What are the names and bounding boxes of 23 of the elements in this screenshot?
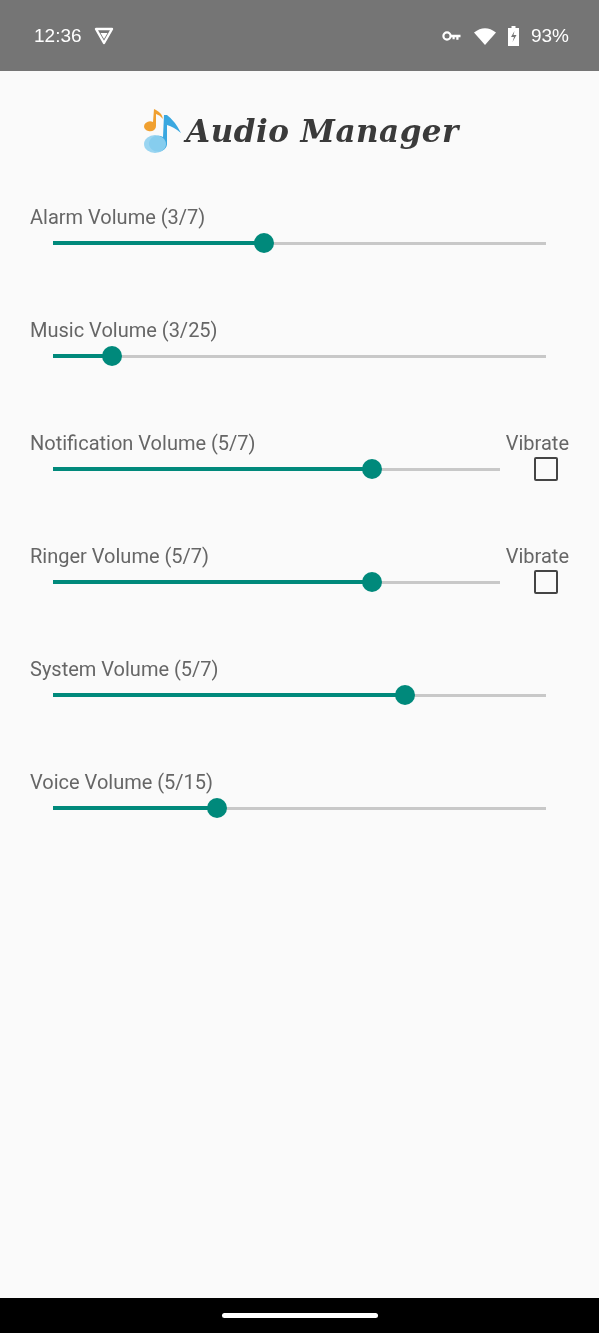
vibrate-checkbox[interactable]: [534, 457, 558, 481]
key-icon: [441, 29, 462, 42]
vpn-icon: [93, 26, 114, 45]
volume-label: System Volume (5/7): [30, 657, 219, 681]
slider-thumb[interactable]: [102, 346, 123, 366]
slider-thumb[interactable]: [362, 572, 383, 592]
volume-label: Ringer Volume (5/7): [30, 544, 210, 568]
volume-label: Alarm Volume (3/7): [30, 205, 206, 229]
slider-thumb[interactable]: [254, 233, 275, 253]
clock: 12:36: [34, 24, 82, 47]
volume-label: Notification Volume (5/7): [30, 431, 256, 455]
vibrate-checkbox[interactable]: [534, 570, 558, 594]
battery-icon: [507, 25, 519, 46]
volume-label: Voice Volume (5/15): [30, 770, 214, 794]
home-handle[interactable]: [222, 1313, 378, 1318]
vibrate-label: Vibrate: [505, 544, 569, 568]
vibrate-label: Vibrate: [505, 431, 569, 455]
wifi-icon: [473, 26, 496, 45]
slider-thumb[interactable]: [362, 459, 383, 479]
volume-label: Music Volume (3/25): [30, 318, 218, 342]
slider-thumb[interactable]: [207, 798, 228, 818]
slider-thumb[interactable]: [395, 685, 416, 705]
battery-percentage: 93%: [530, 24, 569, 47]
